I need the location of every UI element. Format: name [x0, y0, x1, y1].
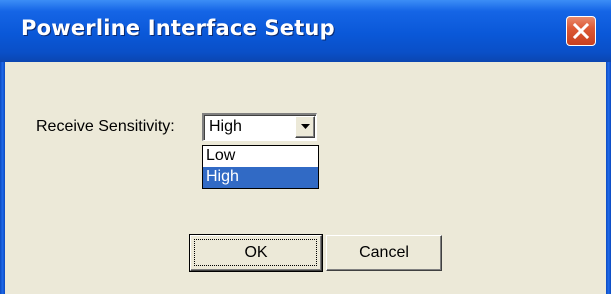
title-bar[interactable]: Powerline Interface Setup — [0, 0, 611, 62]
cancel-button-label: Cancel — [359, 244, 409, 261]
window-frame-right — [606, 62, 611, 294]
receive-sensitivity-combobox[interactable]: High — [202, 113, 317, 141]
close-icon — [572, 22, 590, 40]
focus-rectangle — [194, 239, 317, 266]
dropdown-arrow-button[interactable] — [295, 116, 315, 138]
sensitivity-dropdown-list: Low High — [202, 145, 319, 189]
option-low[interactable]: Low — [203, 146, 318, 167]
option-high[interactable]: High — [203, 167, 318, 188]
close-button[interactable] — [566, 16, 596, 46]
receive-sensitivity-label: Receive Sensitivity: — [36, 118, 175, 135]
cancel-button[interactable]: Cancel — [326, 235, 442, 271]
combobox-value: High — [209, 118, 242, 135]
dialog-window: Powerline Interface Setup Receive Sensit… — [0, 0, 611, 294]
chevron-down-icon — [301, 124, 310, 129]
ok-button[interactable]: OK — [189, 234, 323, 272]
window-title: Powerline Interface Setup — [21, 16, 335, 40]
